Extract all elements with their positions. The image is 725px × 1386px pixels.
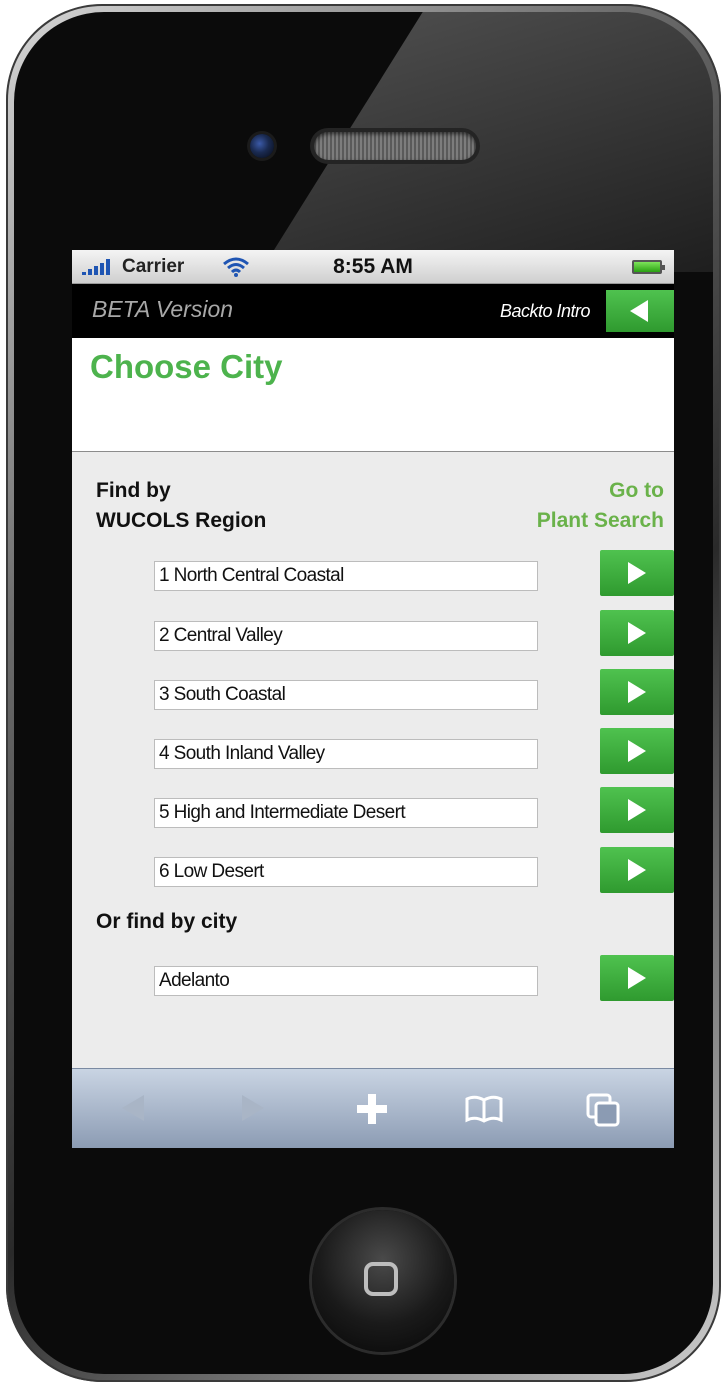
region-go-button-3[interactable] xyxy=(600,669,674,715)
region-go-button-2[interactable] xyxy=(600,610,674,656)
status-time: 8:55 AM xyxy=(333,255,413,278)
region-field-4[interactable]: 4 South Inland Valley xyxy=(154,739,538,769)
region-go-button-5[interactable] xyxy=(600,787,674,833)
app-header: BETA Version Backto Intro xyxy=(72,284,674,338)
find-by-city-heading: Or find by city xyxy=(96,910,238,933)
bookmarks-icon[interactable] xyxy=(464,1093,504,1125)
city-go-button[interactable] xyxy=(600,955,674,1001)
back-to-intro-link[interactable]: Backto Intro xyxy=(500,301,591,322)
battery-icon xyxy=(632,260,665,274)
screen: Carrier 8:55 AM BETA Version Backto Intr… xyxy=(72,250,674,1148)
region-field-6[interactable]: 6 Low Desert xyxy=(154,857,538,887)
find-by-line2: WUCOLS Region xyxy=(96,509,267,532)
region-go-button-1[interactable] xyxy=(600,550,674,596)
region-field-5[interactable]: 5 High and Intermediate Desert xyxy=(154,798,538,828)
play-arrow-icon xyxy=(628,681,646,703)
home-button[interactable] xyxy=(312,1210,454,1352)
go-to-plant-search-link[interactable]: Go to Plant Search xyxy=(537,476,664,536)
city-select[interactable]: Adelanto xyxy=(154,966,538,996)
camera-icon xyxy=(250,134,274,158)
status-bar: Carrier 8:55 AM xyxy=(72,250,674,284)
play-arrow-icon xyxy=(628,622,646,644)
forward-arrow-icon[interactable] xyxy=(240,1093,266,1123)
speaker-grille xyxy=(314,132,476,160)
browser-toolbar xyxy=(72,1068,674,1148)
plus-icon[interactable] xyxy=(356,1093,388,1125)
find-by-line1: Find by xyxy=(96,479,171,502)
goto-line1: Go to xyxy=(609,479,664,502)
find-by-region-heading: Find by WUCOLS Region xyxy=(96,476,266,536)
title-area: Choose City xyxy=(72,338,674,452)
left-triangle-icon xyxy=(630,300,648,322)
play-arrow-icon xyxy=(628,799,646,821)
region-go-button-4[interactable] xyxy=(600,728,674,774)
back-to-intro-button[interactable] xyxy=(606,290,674,332)
home-square-icon xyxy=(364,1262,398,1296)
beta-version-label: BETA Version xyxy=(92,296,234,322)
play-arrow-icon xyxy=(628,859,646,881)
pages-icon[interactable] xyxy=(586,1093,620,1127)
goto-line2: Plant Search xyxy=(536,509,664,532)
play-arrow-icon xyxy=(628,562,646,584)
page-title: Choose City xyxy=(90,348,283,385)
region-go-button-6[interactable] xyxy=(600,847,674,893)
region-field-3[interactable]: 3 South Coastal xyxy=(154,680,538,710)
play-arrow-icon xyxy=(628,967,646,989)
region-field-1[interactable]: 1 North Central Coastal xyxy=(154,561,538,591)
back-arrow-icon[interactable] xyxy=(120,1093,146,1123)
play-arrow-icon xyxy=(628,740,646,762)
region-field-2[interactable]: 2 Central Valley xyxy=(154,621,538,651)
